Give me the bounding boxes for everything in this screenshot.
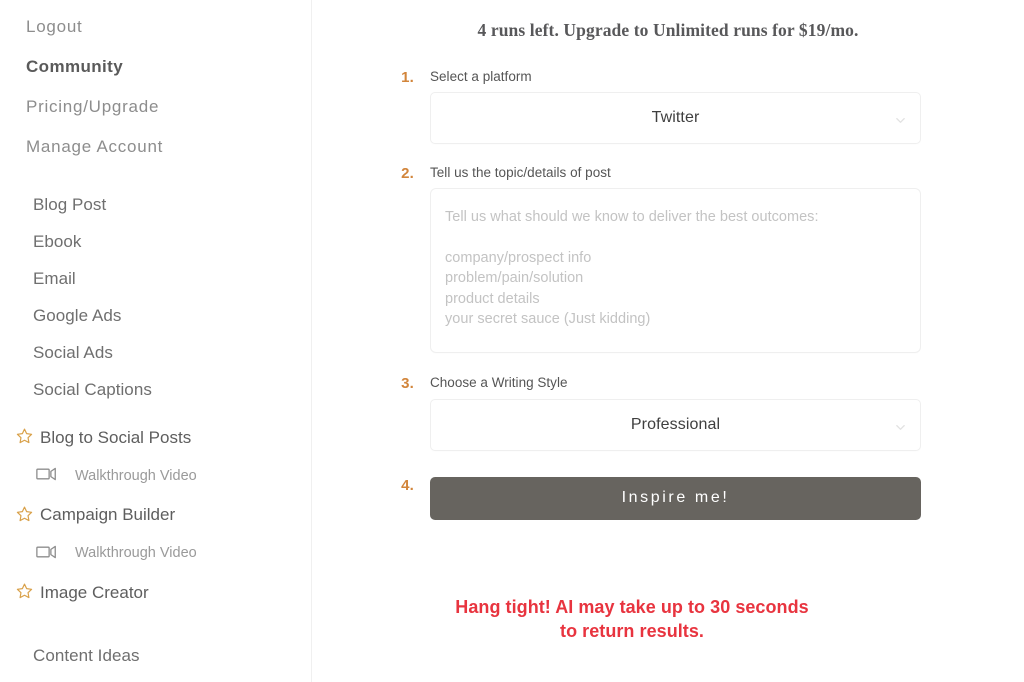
sidebar-item-social-ads[interactable]: Social Ads	[33, 344, 311, 361]
sidebar-account-nav: Logout Community Pricing/Upgrade Manage …	[0, 18, 311, 155]
sidebar-item-label: Campaign Builder	[40, 505, 176, 524]
sidebar-item-campaign-builder[interactable]: Campaign Builder	[16, 505, 311, 525]
sidebar-featured-nav: Blog to Social Posts Walkthrough Video C…	[0, 427, 311, 602]
topic-placeholder-line: problem/pain/solution	[445, 270, 584, 287]
sidebar-item-label: Image Creator	[40, 582, 149, 602]
chevron-down-icon	[895, 419, 906, 430]
video-camera-icon	[36, 467, 57, 485]
sidebar-item-community[interactable]: Community	[26, 58, 311, 75]
runs-left-banner: 4 runs left. Upgrade to Unlimited runs f…	[477, 20, 859, 40]
sidebar-item-image-creator[interactable]: Image Creator	[16, 582, 311, 602]
platform-select[interactable]: Twitter	[430, 92, 921, 145]
processing-notice: Hang tight! AI may take up to 30 seconds…	[312, 595, 1024, 643]
processing-notice-line2: to return results.	[560, 620, 704, 641]
main-content: 4 runs left. Upgrade to Unlimited runs f…	[312, 0, 1024, 682]
form-step-submit: 4. Inspire me!	[312, 476, 1024, 520]
form-step-platform: 1. Select a platform Twitter	[312, 69, 1024, 145]
sidebar-subitem-label: Walkthrough Video	[75, 545, 197, 561]
sidebar-item-blog-to-social-posts[interactable]: Blog to Social Posts	[16, 427, 311, 447]
form-step-writing-style: 3. Choose a Writing Style Professional	[312, 375, 1024, 451]
sidebar-subitem-label: Walkthrough Video	[75, 467, 197, 484]
inspire-me-button[interactable]: Inspire me!	[430, 476, 921, 520]
topic-placeholder-line: product details	[445, 290, 540, 307]
app-root: Logout Community Pricing/Upgrade Manage …	[0, 0, 1024, 682]
generator-form: 1. Select a platform Twitter 2. Tell us …	[312, 69, 1024, 520]
star-icon	[16, 505, 33, 525]
processing-notice-line1: Hang tight! AI may take up to 30 seconds	[455, 596, 809, 617]
writing-style-select[interactable]: Professional	[430, 398, 921, 451]
writing-style-label: Choose a Writing Style	[430, 375, 568, 391]
star-icon	[16, 582, 33, 602]
step-number-2: 2.	[401, 165, 414, 183]
chevron-down-icon	[895, 113, 906, 124]
step-number-1: 1.	[401, 69, 414, 86]
sidebar: Logout Community Pricing/Upgrade Manage …	[0, 0, 312, 682]
video-camera-icon	[36, 545, 57, 563]
sidebar-item-blog-post[interactable]: Blog Post	[33, 196, 311, 213]
sidebar-subitem-walkthrough-video-campaign-builder[interactable]: Walkthrough Video	[36, 545, 311, 563]
sidebar-item-social-captions[interactable]: Social Captions	[33, 381, 311, 398]
sidebar-item-email[interactable]: Email	[33, 270, 311, 287]
platform-label: Select a platform	[430, 69, 532, 84]
topic-placeholder-line: your secret sauce (Just kidding)	[445, 311, 651, 328]
topic-label: Tell us the topic/details of post	[430, 165, 611, 181]
sidebar-item-pricing-upgrade[interactable]: Pricing/Upgrade	[26, 98, 311, 115]
topic-textarea[interactable]: Tell us what should we know to deliver t…	[430, 188, 921, 354]
sidebar-footer-nav: Content Ideas	[0, 647, 311, 664]
sidebar-tools-nav: Blog Post Ebook Email Google Ads Social …	[0, 196, 311, 398]
sidebar-item-label: Blog to Social Posts	[40, 427, 192, 447]
topic-placeholder-line: company/prospect info	[445, 249, 592, 266]
step-number-3: 3.	[401, 375, 414, 393]
writing-style-select-value: Professional	[630, 415, 721, 433]
sidebar-item-google-ads[interactable]: Google Ads	[33, 307, 311, 324]
sidebar-subitem-walkthrough-video-blog-to-social[interactable]: Walkthrough Video	[36, 467, 311, 485]
step-number-4: 4.	[401, 476, 414, 494]
sidebar-item-logout[interactable]: Logout	[26, 18, 311, 35]
topic-placeholder-line: Tell us what should we know to deliver t…	[445, 209, 819, 226]
platform-select-value: Twitter	[651, 109, 700, 127]
sidebar-item-content-ideas[interactable]: Content Ideas	[33, 647, 311, 664]
sidebar-item-ebook[interactable]: Ebook	[33, 233, 311, 250]
star-icon	[16, 427, 33, 447]
form-step-topic: 2. Tell us the topic/details of post Tel…	[312, 165, 1024, 354]
sidebar-item-manage-account[interactable]: Manage Account	[26, 138, 311, 155]
